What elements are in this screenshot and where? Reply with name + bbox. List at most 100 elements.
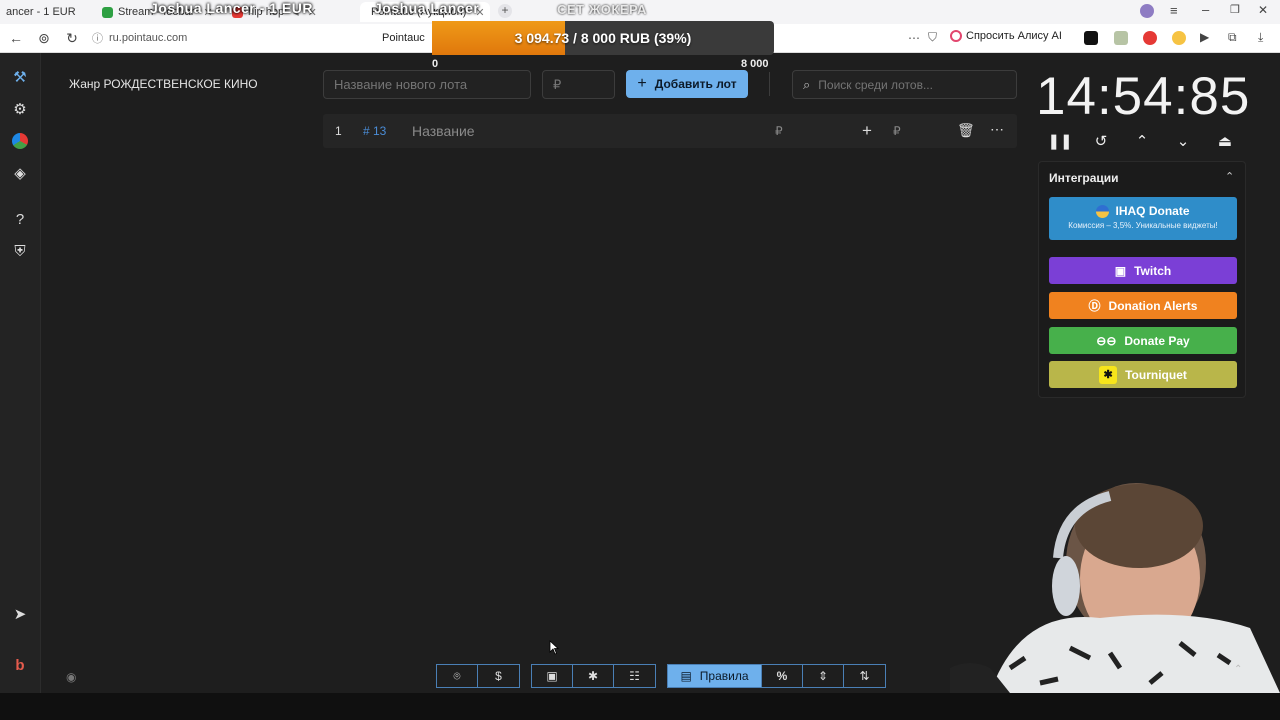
donation-alerts-button[interactable]: Ⓓ Donation Alerts bbox=[1049, 292, 1237, 319]
search-field[interactable]: ⌕ bbox=[792, 70, 1017, 99]
reload-icon[interactable]: ↻ bbox=[58, 24, 86, 52]
ihaq-donate-button[interactable]: IHAQ Donate Комиссия – 3,5%. Уникальные … bbox=[1049, 197, 1237, 240]
page-title: Pointauc bbox=[382, 32, 425, 44]
telegram-icon[interactable]: ➤ bbox=[10, 604, 30, 624]
add-lot-label: Добавить лот bbox=[654, 77, 737, 91]
extension-yellow-icon[interactable] bbox=[1172, 31, 1186, 45]
layers-icon[interactable]: ◈ bbox=[10, 163, 30, 183]
twitch-button[interactable]: ▣ Twitch bbox=[1049, 257, 1237, 284]
rules-button[interactable]: ▤ Правила bbox=[668, 665, 762, 687]
goal-title: СЕТ ЖОКЕРА bbox=[557, 2, 647, 17]
gear-icon[interactable]: ⚙ bbox=[10, 99, 30, 119]
more-icon[interactable]: ⋯ bbox=[908, 31, 920, 45]
lot-id: # 13 bbox=[363, 124, 387, 138]
browser-tab[interactable]: ancer - 1 EUR bbox=[0, 2, 96, 22]
chevron-up-icon[interactable]: ⌃ bbox=[1131, 130, 1153, 152]
stream-overlay-text: Joshua Lancer - 1 EUR bbox=[150, 0, 313, 16]
webcam-overlay: ⌃ bbox=[950, 468, 1280, 693]
toolbar-group-actions: ▣ ✱ ☷ bbox=[531, 664, 656, 688]
alice-icon bbox=[950, 30, 962, 42]
save-icon[interactable]: ▣ bbox=[532, 665, 573, 687]
search-input[interactable] bbox=[818, 77, 999, 92]
donation-alerts-icon: Ⓓ bbox=[1088, 299, 1101, 313]
add-lot-button[interactable]: + Добавить лот bbox=[626, 70, 748, 98]
more-options-icon[interactable]: ⋯ bbox=[990, 121, 1004, 138]
extension-play-icon[interactable]: ▶ bbox=[1200, 30, 1209, 44]
ihaq-subtitle: Комиссия – 3,5%. Уникальные виджеты! bbox=[1068, 221, 1218, 230]
extensions-icon[interactable]: ⧉ bbox=[1228, 30, 1237, 45]
dollar-icon[interactable]: $ bbox=[478, 665, 519, 687]
donate-pay-icon: ⊖⊖ bbox=[1096, 333, 1117, 348]
url-field[interactable]: ru.pointauc.com bbox=[109, 32, 187, 44]
eye-icon[interactable]: ◉ bbox=[66, 670, 76, 684]
integrations-title: Интеграции bbox=[1049, 171, 1119, 185]
profile-avatar[interactable] bbox=[1140, 4, 1154, 18]
integrations-panel: Интеграции ⌃ IHAQ Donate Комиссия – 3,5%… bbox=[1038, 161, 1246, 398]
tourniquet-button[interactable]: ✱ Tourniquet bbox=[1049, 361, 1237, 388]
github-icon[interactable]: ⌾ bbox=[437, 665, 478, 687]
help-icon[interactable]: ? bbox=[10, 209, 30, 229]
donate-pay-label: Donate Pay bbox=[1124, 333, 1190, 348]
pause-icon[interactable]: ❚❚ bbox=[1047, 130, 1072, 152]
lot-name-field[interactable]: Название bbox=[412, 123, 475, 139]
extension-d-icon[interactable] bbox=[1084, 31, 1098, 45]
goal-progress-label: 3 094.73 / 8 000 RUB (39%) bbox=[514, 30, 692, 46]
bookmark-icon[interactable]: ⛉ bbox=[928, 30, 937, 45]
expand-icon[interactable]: ⌃ bbox=[1234, 664, 1250, 680]
lot-index: 1 bbox=[335, 124, 342, 138]
stream-favicon-icon bbox=[102, 6, 113, 18]
lot-add-amount-currency[interactable]: ₽ bbox=[893, 124, 901, 138]
shield-check-icon[interactable]: ⛨ bbox=[10, 241, 30, 261]
goal-progress-bar: 3 094.73 / 8 000 RUB (39%) bbox=[432, 21, 774, 55]
menu-icon[interactable]: ≡ bbox=[1170, 3, 1178, 18]
restore-icon[interactable]: ❐ bbox=[1230, 3, 1240, 16]
gavel-icon[interactable]: ⚒ bbox=[10, 67, 30, 87]
compress-icon[interactable]: ⇕ bbox=[803, 665, 844, 687]
plus-icon: + bbox=[637, 75, 647, 92]
tourniquet-label: Tourniquet bbox=[1125, 367, 1187, 382]
sort-icon[interactable]: ⇅ bbox=[844, 665, 885, 687]
ihaq-label: IHAQ Donate bbox=[1115, 204, 1190, 218]
ihaq-icon bbox=[1096, 204, 1110, 218]
bug-icon[interactable]: ✱ bbox=[573, 665, 614, 687]
auction-timer: 14:54:85 bbox=[1036, 67, 1251, 126]
new-lot-name-input[interactable] bbox=[323, 70, 531, 99]
boosty-icon[interactable]: b bbox=[10, 655, 30, 675]
rules-label: Правила bbox=[699, 669, 749, 683]
close-window-icon[interactable]: ✕ bbox=[1258, 3, 1268, 17]
streamer-webcam-image bbox=[950, 483, 1280, 693]
eject-icon[interactable]: ⏏ bbox=[1214, 130, 1236, 152]
toolbar-group-view: ▤ Правила % ⇕ ⇅ bbox=[667, 664, 886, 688]
wheel-shape bbox=[12, 133, 28, 149]
tourniquet-icon: ✱ bbox=[1099, 365, 1118, 384]
shield-privacy-icon[interactable]: ⊚ bbox=[30, 24, 58, 52]
wheel-icon[interactable] bbox=[10, 131, 30, 151]
chevron-down-icon[interactable]: ⌄ bbox=[1172, 130, 1194, 152]
donation-alerts-label: Donation Alerts bbox=[1108, 298, 1198, 313]
trash-icon[interactable]: 🗑 bbox=[957, 122, 975, 139]
chevron-up-icon[interactable]: ⌃ bbox=[1225, 170, 1234, 183]
clear-list-icon[interactable]: ☷ bbox=[614, 665, 655, 687]
lot-amount-currency[interactable]: ₽ bbox=[775, 124, 783, 138]
search-icon: ⌕ bbox=[803, 76, 811, 92]
back-icon[interactable]: ← bbox=[2, 24, 30, 52]
mouse-cursor bbox=[549, 640, 559, 655]
rules-icon: ▤ bbox=[680, 669, 692, 683]
reset-icon[interactable]: ↺ bbox=[1090, 130, 1112, 152]
download-icon[interactable]: ⤓ bbox=[1258, 30, 1263, 45]
genre-label: Жанр РОЖДЕСТВЕНСКОЕ КИНО bbox=[69, 77, 258, 91]
ask-alice-button[interactable]: Спросить Алису AI bbox=[950, 30, 1062, 42]
new-lot-amount-input[interactable] bbox=[542, 70, 615, 99]
percent-button[interactable]: % bbox=[762, 665, 803, 687]
site-info-icon[interactable]: ⓘ bbox=[92, 30, 103, 46]
adblock-icon[interactable] bbox=[1143, 31, 1157, 45]
donate-pay-button[interactable]: ⊖⊖ Donate Pay bbox=[1049, 327, 1237, 354]
app-sidebar: ⚒ ⚙ ◈ ? ⛨ ➤ b bbox=[0, 53, 41, 693]
add-amount-icon[interactable]: + bbox=[862, 121, 872, 141]
divider bbox=[769, 72, 770, 96]
minimize-icon[interactable]: – bbox=[1202, 2, 1209, 17]
twitch-label: Twitch bbox=[1134, 263, 1172, 278]
goal-max-label: 8 000 bbox=[741, 58, 769, 70]
bottom-bar bbox=[0, 693, 1280, 720]
extension-image-icon[interactable] bbox=[1114, 31, 1128, 45]
